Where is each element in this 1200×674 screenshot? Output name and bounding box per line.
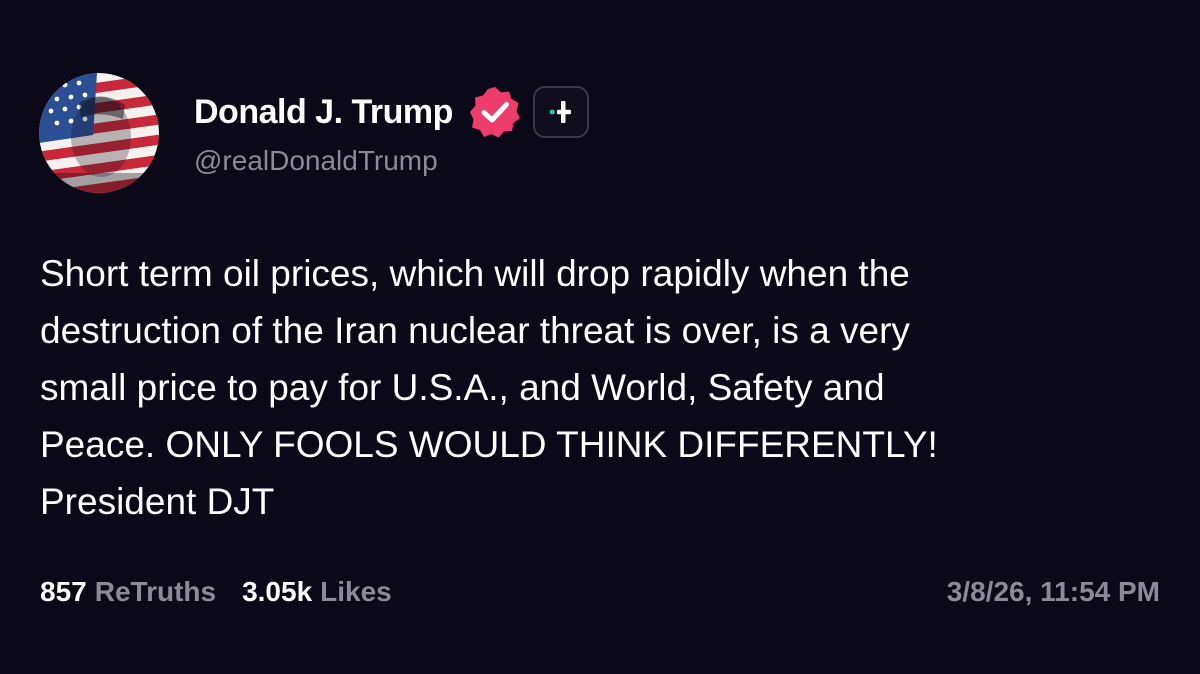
avatar-image: [39, 73, 159, 193]
plus-icon: [549, 101, 571, 123]
retruths-stat[interactable]: 857 ReTruths: [40, 576, 216, 608]
author-display-name[interactable]: Donald J. Trump: [194, 93, 453, 132]
author-handle[interactable]: @realDonaldTrump: [194, 145, 438, 177]
post-body-text: Short term oil prices, which will drop r…: [40, 253, 938, 522]
post-timestamp: 3/8/26, 11:54 PM: [946, 576, 1160, 607]
plus-button[interactable]: [532, 86, 589, 138]
likes-label: Likes: [320, 576, 392, 607]
truth-post-card: Donald J. Trump @realDonaldTrump Short t…: [0, 0, 1200, 674]
likes-count: 3.05k: [242, 576, 313, 607]
post-footer: 857 ReTruths 3.05k Likes 3/8/26, 11:54 PM: [40, 572, 1160, 612]
retruths-label: ReTruths: [94, 576, 217, 607]
avatar[interactable]: [39, 73, 159, 193]
likes-stat[interactable]: 3.05k Likes: [242, 576, 392, 608]
retruths-count: 857: [40, 576, 87, 607]
author-row: Donald J. Trump: [194, 84, 589, 140]
verified-badge-icon: [467, 84, 523, 140]
